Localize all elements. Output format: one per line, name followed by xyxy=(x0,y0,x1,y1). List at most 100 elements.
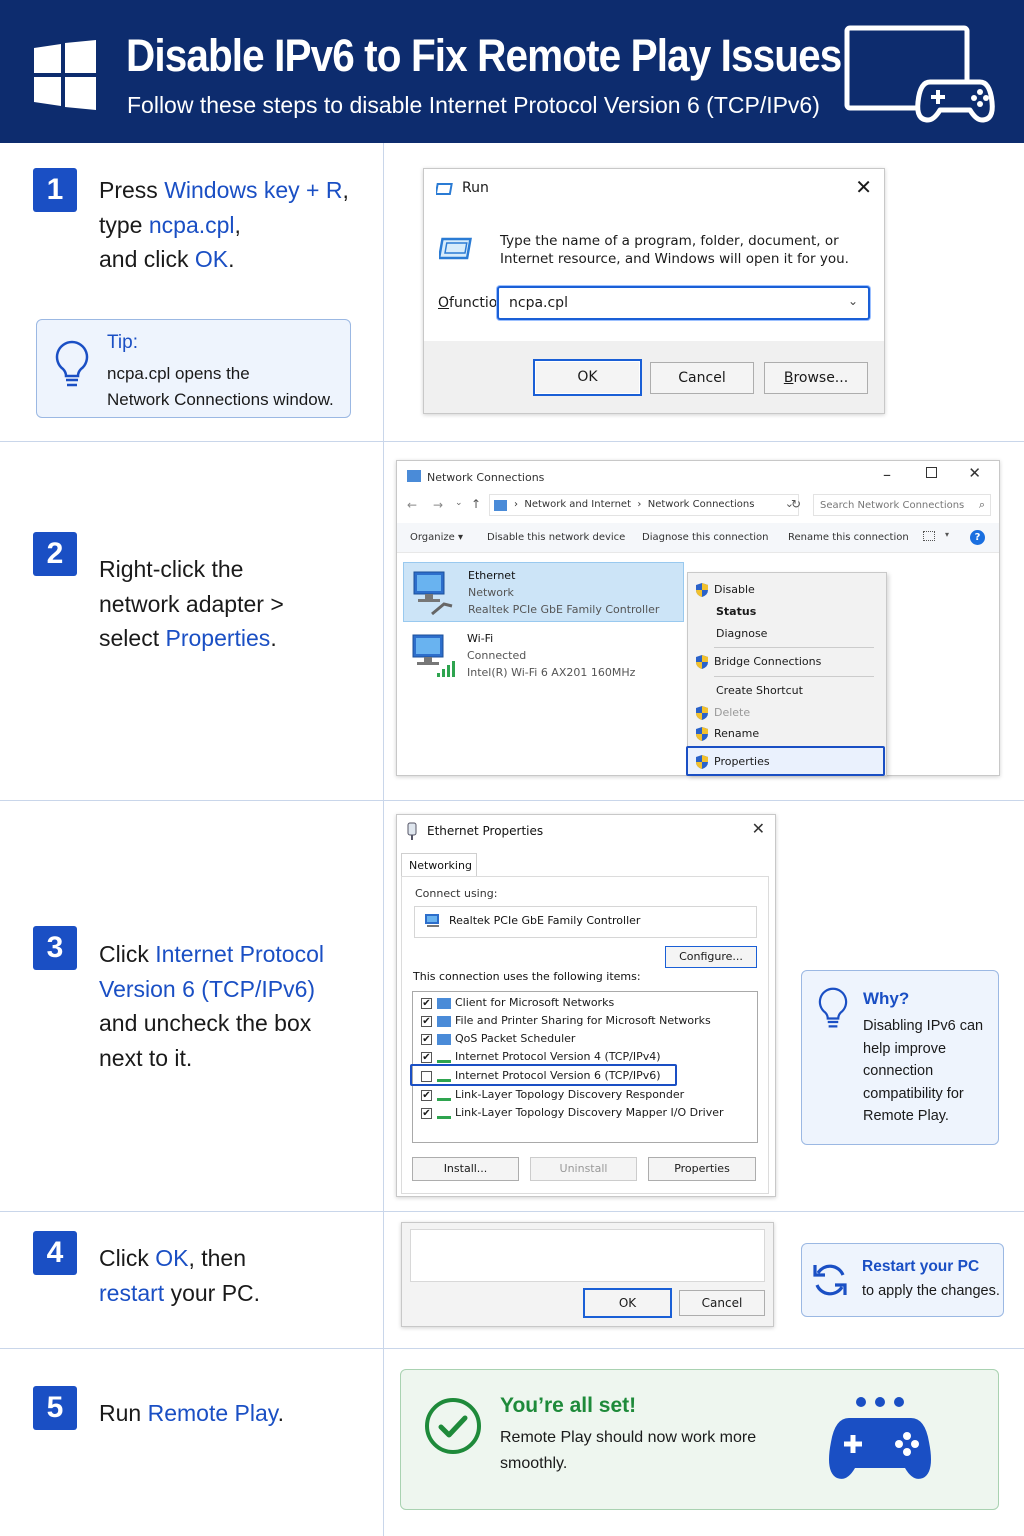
uac-shield-icon xyxy=(696,727,708,741)
tip-box: Tip: ncpa.cpl opens the Network Connecti… xyxy=(36,319,351,418)
why-text-line: help improve xyxy=(863,1040,947,1057)
step-row-1: 1 Press Windows key + R, type ncpa.cpl, … xyxy=(0,143,1024,441)
checkbox[interactable]: ✔ xyxy=(421,1089,432,1101)
configure-button[interactable]: Configure... xyxy=(665,946,757,968)
protocol-icon xyxy=(437,1090,451,1101)
step-number-badge: 5 xyxy=(33,1386,77,1430)
view-options-icon[interactable] xyxy=(923,531,935,541)
success-title: You’re all set! xyxy=(500,1394,637,1417)
chevron-down-icon[interactable]: ⌄ xyxy=(848,294,858,308)
list-item[interactable]: ✔ QoS Packet Scheduler xyxy=(421,1032,575,1045)
adapter-item-ethernet[interactable]: Ethernet Network Realtek PCIe GbE Family… xyxy=(403,562,684,622)
restart-icon xyxy=(813,1264,847,1296)
checkbox[interactable]: ✔ xyxy=(421,997,432,1009)
step-row-3: 3 Click Internet Protocol Version 6 (TCP… xyxy=(0,800,1024,1211)
diagnose-command[interactable]: Diagnose this connection xyxy=(642,532,768,543)
checkbox[interactable] xyxy=(421,1070,432,1082)
gamepad-icon xyxy=(829,1397,931,1479)
menu-item-diagnose[interactable]: Diagnose xyxy=(716,627,767,640)
items-label: This connection uses the following items… xyxy=(413,970,641,983)
rename-command[interactable]: Rename this connection xyxy=(788,532,909,543)
properties-button[interactable]: Properties xyxy=(648,1157,756,1181)
menu-item-properties[interactable]: Properties xyxy=(686,746,885,776)
checkbox[interactable]: ✔ xyxy=(421,1107,432,1119)
items-list: ✔ Client for Microsoft Networks ✔ File and… xyxy=(410,991,758,1143)
restart-box: Restart your PC to apply the changes. xyxy=(801,1243,1004,1317)
address-bar[interactable]: › Network and Internet › Network Connect… xyxy=(489,494,799,516)
success-text-line: Remote Play should now work more xyxy=(500,1429,757,1446)
checkbox[interactable]: ✔ xyxy=(421,1051,432,1063)
organize-menu[interactable]: Organize ▾ xyxy=(410,532,463,543)
maximize-icon[interactable] xyxy=(926,467,937,478)
checkmark-circle-icon xyxy=(425,1398,481,1454)
menu-separator xyxy=(714,676,874,677)
list-item[interactable]: ✔ Link-Layer Topology Discovery Responder xyxy=(421,1088,684,1101)
step-5-instruction: Run Remote Play. xyxy=(99,1400,284,1426)
network-connections-window: Network Connections – ✕ ← → ⌄ ↑ › Networ… xyxy=(396,460,1000,776)
menu-item-status[interactable]: Status xyxy=(716,605,756,618)
cancel-button[interactable]: Cancel xyxy=(679,1290,765,1316)
browse-button[interactable]: Browse... xyxy=(764,362,868,394)
service-icon xyxy=(437,1033,451,1045)
page-title: Disable IPv6 to Fix Remote Play Issues xyxy=(126,30,842,81)
step-number-badge: 1 xyxy=(33,168,77,212)
ok-button[interactable]: OK xyxy=(533,359,642,396)
breadcrumb[interactable]: Network Connections xyxy=(648,499,755,510)
menu-item-bridge[interactable]: Bridge Connections xyxy=(696,655,821,669)
dialog-footer: OK Cancel xyxy=(401,1222,774,1327)
menu-item-create-shortcut[interactable]: Create Shortcut xyxy=(716,684,803,697)
uac-shield-icon xyxy=(696,706,708,720)
network-adapter-icon xyxy=(413,571,453,616)
adapter-item-wifi[interactable]: Wi-Fi Connected Intel(R) Wi-Fi 6 AX201 1… xyxy=(403,626,684,686)
ok-button[interactable]: OK xyxy=(583,1288,672,1318)
service-icon xyxy=(437,1015,451,1027)
step-row-2: 2 Right-click the network adapter > sele… xyxy=(0,441,1024,800)
close-icon[interactable]: ✕ xyxy=(968,464,981,482)
ethernet-properties-dialog: Ethernet Properties ✕ Networking Connect… xyxy=(396,814,776,1197)
why-title: Why? xyxy=(863,989,910,1008)
breadcrumb[interactable]: Network and Internet xyxy=(524,499,631,510)
adapter-field: Realtek PCIe GbE Family Controller xyxy=(414,906,757,938)
list-item-ipv6[interactable]: Internet Protocol Version 6 (TCP/IPv6) xyxy=(421,1069,661,1082)
cancel-button[interactable]: Cancel xyxy=(650,362,754,394)
help-icon[interactable]: ? xyxy=(970,530,985,545)
tip-text-line: ncpa.cpl opens the xyxy=(107,364,250,383)
why-box: Why? Disabling IPv6 can help improve con… xyxy=(801,970,999,1145)
up-arrow-icon[interactable]: ↑ xyxy=(471,497,481,511)
forward-arrow-icon[interactable]: → xyxy=(433,498,443,512)
why-text-line: Remote Play. xyxy=(863,1108,949,1125)
restart-title: Restart your PC xyxy=(862,1258,980,1275)
search-input[interactable]: Search Network Connections ⌕ xyxy=(813,494,991,516)
run-description: Type the name of a program, folder, docu… xyxy=(500,233,839,249)
disable-device-command[interactable]: Disable this network device xyxy=(487,532,625,543)
chevron-down-icon[interactable]: ▾ xyxy=(945,530,949,539)
menu-item-disable[interactable]: Disable xyxy=(696,583,755,597)
close-icon[interactable]: ✕ xyxy=(855,175,872,199)
run-description: Internet resource, and Windows will open… xyxy=(500,251,849,267)
list-item[interactable]: ✔ Client for Microsoft Networks xyxy=(421,996,614,1009)
close-icon[interactable]: ✕ xyxy=(752,819,765,838)
recent-chevron-icon[interactable]: ⌄ xyxy=(455,498,463,508)
monitor-gamepad-icon xyxy=(844,25,995,123)
client-icon xyxy=(437,997,451,1009)
uac-shield-icon xyxy=(696,583,708,597)
step-1-instruction: Press Windows key + R, type ncpa.cpl, an… xyxy=(99,177,349,272)
run-icon xyxy=(436,183,453,195)
list-item[interactable]: ✔ Link-Layer Topology Discovery Mapper I/… xyxy=(421,1106,724,1119)
list-item[interactable]: ✔ Internet Protocol Version 4 (TCP/IPv4) xyxy=(421,1050,661,1063)
menu-item-rename[interactable]: Rename xyxy=(696,727,759,741)
run-dialog-title: Run xyxy=(462,180,489,196)
uninstall-button: Uninstall xyxy=(530,1157,637,1181)
minimize-icon[interactable]: – xyxy=(883,465,891,484)
tab-networking[interactable]: Networking xyxy=(401,853,477,877)
uac-shield-icon xyxy=(696,655,708,669)
open-input[interactable]: ncpa.cpl ⌄ xyxy=(497,286,870,320)
checkbox[interactable]: ✔ xyxy=(421,1015,432,1027)
step-row-5: 5 Run Remote Play. You’re all set! Remot… xyxy=(0,1348,1024,1536)
back-arrow-icon[interactable]: ← xyxy=(407,498,417,512)
refresh-icon[interactable]: ↻ xyxy=(791,497,801,511)
checkbox[interactable]: ✔ xyxy=(421,1033,432,1045)
list-item[interactable]: ✔ File and Printer Sharing for Microsoft … xyxy=(421,1014,711,1027)
install-button[interactable]: Install... xyxy=(412,1157,519,1181)
adapter-icon xyxy=(407,822,417,840)
